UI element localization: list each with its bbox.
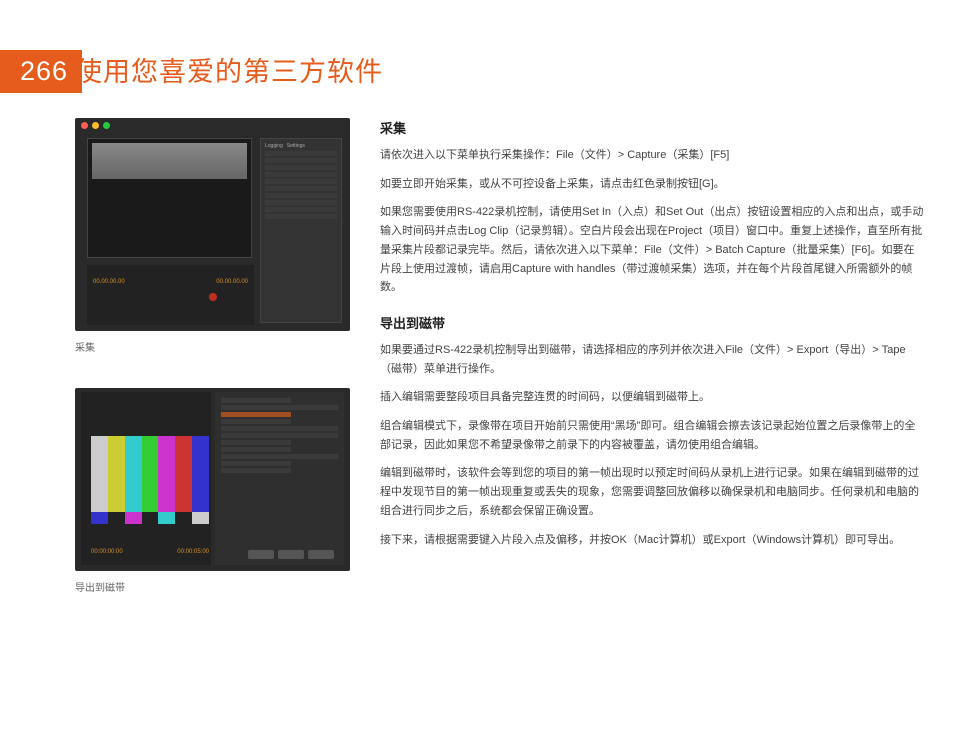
timecode-out: 00:00:05:00 [177,549,209,555]
paragraph: 如果要通过RS-422录机控制导出到磁带，请选择相应的序列并依次进入File（文… [380,341,924,378]
color-bars-lower-icon [91,512,209,524]
left-column: Logging Settings 00.00.00.00 00.00.00.00 [75,118,350,628]
export-timecode-row: 00:00:00:00 00:00:05:00 [91,549,209,555]
tab-settings: Settings [287,143,305,149]
settings-line [265,186,337,191]
timecode-in: 00:00:00:00 [91,549,123,555]
window-traffic-lights [81,122,110,129]
screenshot-export: 00:00:00:00 00:00:05:00 [75,388,350,571]
settings-line [221,447,291,452]
timecode-in: 00.00.00.00 [93,279,125,285]
settings-line [265,200,337,205]
content-row: Logging Settings 00.00.00.00 00.00.00.00 [75,118,924,628]
settings-line [221,426,338,431]
capture-settings-panel: Logging Settings [260,138,342,323]
paragraph: 接下来，请根据需要键入片段入点及偏移，并按OK（Mac计算机）或Export（W… [380,531,924,550]
record-icon [209,293,217,301]
caption-export: 导出到磁带 [75,579,350,594]
section-heading-capture: 采集 [380,118,924,140]
settings-line [265,172,337,177]
settings-line [221,433,338,438]
page-title: 使用您喜爱的第三方软件 [75,50,383,89]
settings-line [265,193,337,198]
settings-line [221,440,291,445]
zoom-icon [103,122,110,129]
export-settings-panel [215,392,344,565]
settings-line [221,405,338,410]
tab-logging: Logging [265,143,283,149]
close-icon [81,122,88,129]
settings-line [265,214,337,219]
export-dialog-button [278,550,304,559]
settings-line [265,151,337,156]
export-preview-panel: 00:00:00:00 00:00:05:00 [81,392,211,565]
export-buttons-row [248,550,334,559]
settings-line [221,398,291,403]
paragraph: 如要立即开始采集，或从不可控设备上采集，请点击红色录制按钮[G]。 [380,175,924,194]
paragraph: 如果您需要使用RS-422录机控制，请使用Set In（入点）和Set Out（… [380,203,924,296]
settings-line [221,461,291,466]
settings-line [265,207,337,212]
export-dialog-button [248,550,274,559]
settings-line-highlight [221,412,291,417]
export-dialog-button [308,550,334,559]
capture-preview-area [87,138,252,258]
section-heading-export: 导出到磁带 [380,313,924,335]
minimize-icon [92,122,99,129]
settings-line [221,419,291,424]
page-number-badge: 266 [0,50,82,93]
settings-line [265,179,337,184]
timecode-out: 00.00.00.00 [216,279,248,285]
capture-timeline [87,265,254,325]
settings-line [221,468,291,473]
settings-line [265,165,337,170]
color-bars-icon [91,436,209,512]
screenshot-capture: Logging Settings 00.00.00.00 00.00.00.00 [75,118,350,331]
paragraph: 请依次进入以下菜单执行采集操作：File（文件）> Capture（采集）[F5… [380,146,924,165]
paragraph: 编辑到磁带时，该软件会等到您的项目的第一帧出现时以预定时间码从录机上进行记录。如… [380,464,924,520]
capture-preview-bar [92,143,247,179]
right-column: 采集 请依次进入以下菜单执行采集操作：File（文件）> Capture（采集）… [380,118,924,628]
caption-capture: 采集 [75,339,350,354]
capture-timecode-row: 00.00.00.00 00.00.00.00 [87,279,254,285]
settings-line [221,454,338,459]
settings-line [265,158,337,163]
paragraph: 组合编辑模式下，录像带在项目开始前只需使用“黑场”即可。组合编辑会擦去该记录起始… [380,417,924,454]
paragraph: 插入编辑需要整段项目具备完整连贯的时间码，以便编辑到磁带上。 [380,388,924,407]
capture-tabs: Logging Settings [265,143,337,149]
